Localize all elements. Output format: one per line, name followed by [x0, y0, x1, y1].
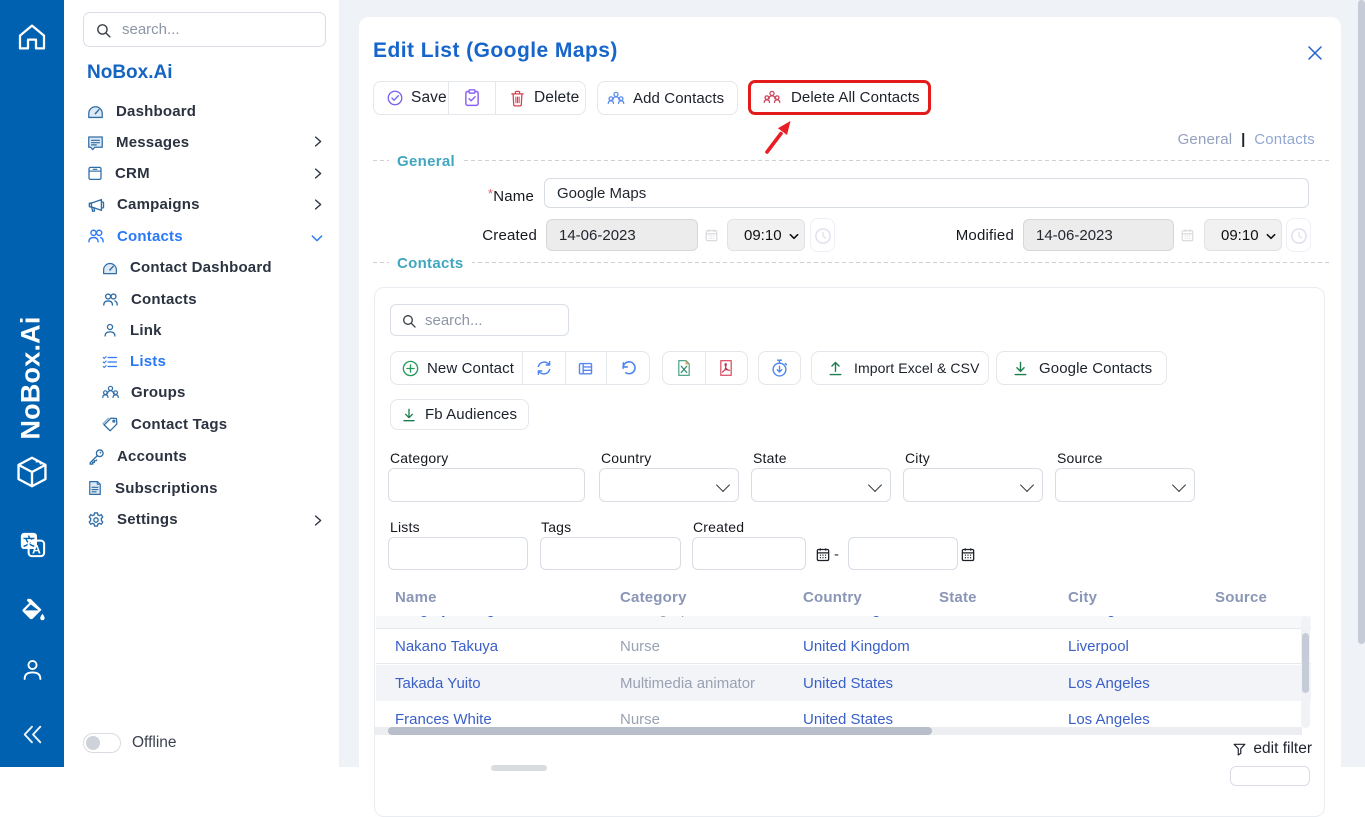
svg-text:A: A [32, 542, 41, 556]
